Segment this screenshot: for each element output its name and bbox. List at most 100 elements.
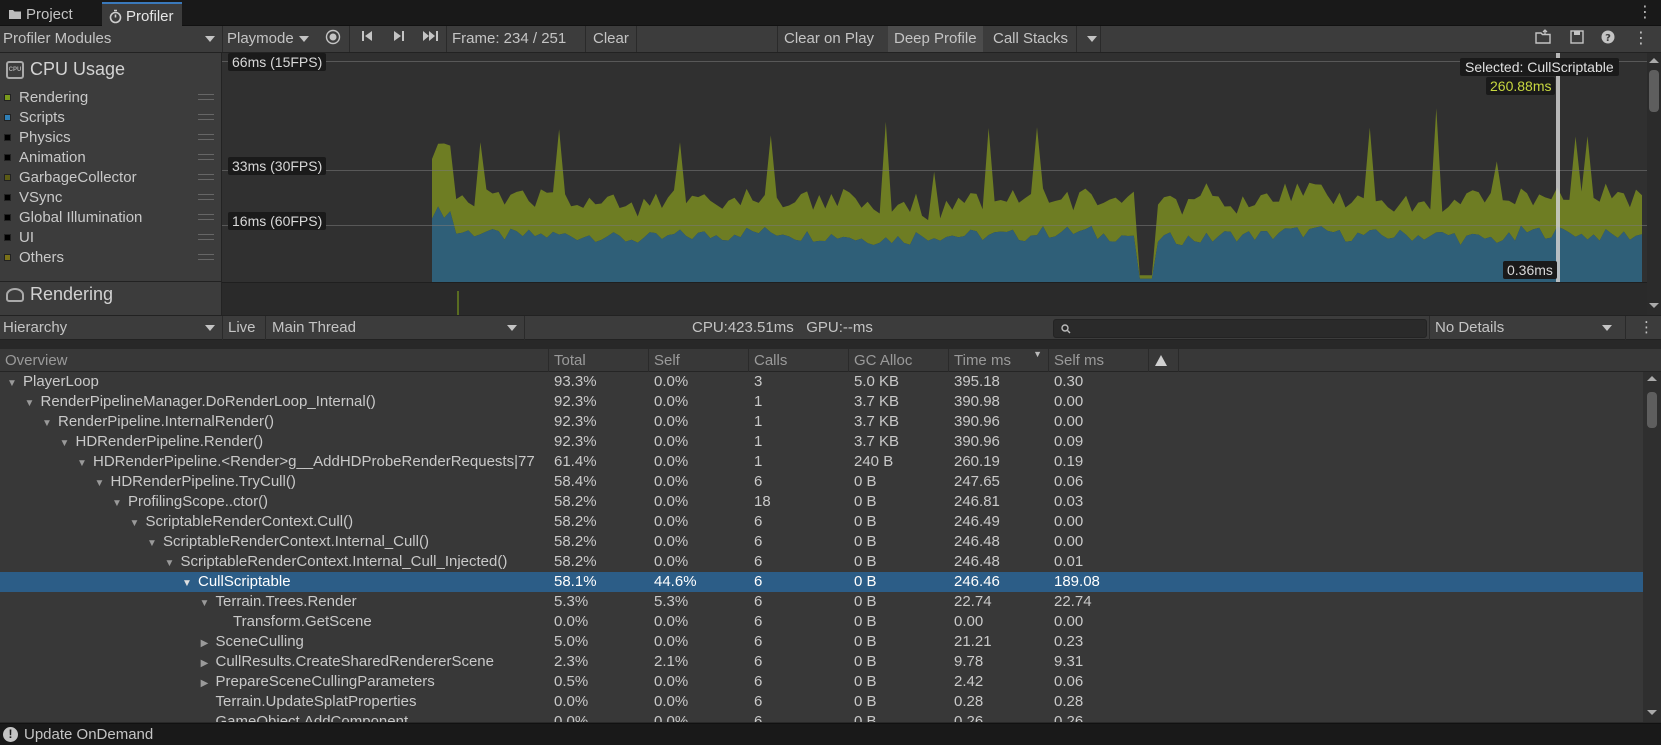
expand-arrow-icon[interactable]: ▼: [198, 594, 212, 612]
drag-handle-icon[interactable]: [198, 154, 214, 160]
legend-color-swatch[interactable]: [4, 193, 11, 201]
table-row[interactable]: ▼ ScriptableRenderContext.Cull() 58.2% 0.0%…: [0, 512, 1643, 532]
legend-item-rendering[interactable]: Rendering: [4, 87, 218, 107]
column-gc-alloc[interactable]: GC Alloc: [849, 349, 949, 372]
clear-on-play-button[interactable]: Clear on Play: [784, 26, 874, 52]
table-row[interactable]: ▼ ScriptableRenderContext.Internal_Cull_I…: [0, 552, 1643, 572]
details-dropdown[interactable]: No Details: [1435, 316, 1615, 340]
scroll-up-icon[interactable]: [1649, 58, 1659, 63]
table-row[interactable]: ▼ HDRenderPipeline.<Render>g__AddHDProbeR…: [0, 452, 1643, 472]
save-button[interactable]: [1566, 29, 1588, 49]
thread-dropdown[interactable]: Main Thread: [272, 316, 520, 340]
next-frame-button[interactable]: [388, 29, 410, 49]
table-row[interactable]: ▼ HDRenderPipeline.Render() 92.3% 0.0% 1 3.7 …: [0, 432, 1643, 452]
legend-item-garbagecollector[interactable]: GarbageCollector: [4, 167, 218, 187]
details-options-icon[interactable]: ⋮: [1639, 316, 1654, 340]
legend-color-swatch[interactable]: [4, 113, 11, 121]
help-button[interactable]: ?: [1597, 29, 1619, 49]
expand-arrow-icon[interactable]: ▼: [145, 534, 159, 552]
legend-item-scripts[interactable]: Scripts: [4, 107, 218, 127]
column-overview[interactable]: Overview: [0, 349, 549, 372]
table-scrollbar-thumb[interactable]: [1647, 392, 1657, 428]
drag-handle-icon[interactable]: [198, 114, 214, 120]
cpu-usage-chart[interactable]: 66ms (15FPS) 33ms (30FPS) 16ms (60FPS) S…: [222, 53, 1647, 315]
legend-item-animation[interactable]: Animation: [4, 147, 218, 167]
column-self-ms[interactable]: Self ms: [1049, 349, 1149, 372]
legend-color-swatch[interactable]: [4, 93, 11, 101]
scroll-up-icon[interactable]: [1647, 376, 1657, 381]
expand-arrow-icon[interactable]: ▼: [93, 474, 107, 492]
table-row[interactable]: ▼ CullScriptable 58.1% 44.6% 6 0 B 246.46 189.0…: [0, 572, 1643, 592]
chart-scrollbar[interactable]: [1647, 53, 1661, 315]
legend-color-swatch[interactable]: [4, 153, 11, 161]
collapse-arrow-icon[interactable]: ▶: [198, 674, 212, 692]
rendering-module-header[interactable]: Rendering: [6, 284, 113, 305]
table-row[interactable]: ▼ PlayerLoop 93.3% 0.0% 3 5.0 KB 395.18 0.30: [0, 372, 1643, 392]
tab-profiler[interactable]: Profiler: [102, 2, 182, 26]
profiler-modules-dropdown[interactable]: Profiler Modules: [3, 26, 218, 52]
table-row[interactable]: Transform.GetScene 0.0% 0.0% 6 0 B 0.00 0.00: [0, 612, 1643, 632]
drag-handle-icon[interactable]: [198, 94, 214, 100]
drag-handle-icon[interactable]: [198, 214, 214, 220]
live-toggle[interactable]: Live: [228, 316, 256, 340]
current-frame-button[interactable]: [420, 29, 442, 49]
legend-item-others[interactable]: Others: [4, 247, 218, 267]
table-row[interactable]: ▼ RenderPipelineManager.DoRenderLoop_Inte…: [0, 392, 1643, 412]
collapse-arrow-icon[interactable]: ▶: [198, 634, 212, 652]
previous-frame-button[interactable]: [356, 29, 378, 49]
rendering-chart[interactable]: [222, 282, 1647, 315]
table-row[interactable]: ▼ HDRenderPipeline.TryCull() 58.4% 0.0% 6 0 B…: [0, 472, 1643, 492]
column-total[interactable]: Total: [549, 349, 649, 372]
legend-item-global-illumination[interactable]: Global Illumination: [4, 207, 218, 227]
call-stacks-button[interactable]: Call Stacks: [993, 26, 1068, 52]
expand-arrow-icon[interactable]: ▼: [180, 574, 194, 592]
legend-item-ui[interactable]: UI: [4, 227, 218, 247]
column-calls[interactable]: Calls: [749, 349, 849, 372]
scroll-down-icon[interactable]: [1647, 710, 1657, 715]
column-self[interactable]: Self: [649, 349, 749, 372]
expand-arrow-icon[interactable]: ▼: [23, 394, 37, 412]
search-input[interactable]: [1053, 319, 1427, 338]
drag-handle-icon[interactable]: [198, 234, 214, 240]
legend-color-swatch[interactable]: [4, 173, 11, 181]
table-scrollbar[interactable]: [1643, 372, 1661, 722]
table-row[interactable]: ▶ CullResults.CreateSharedRendererScene 2.…: [0, 652, 1643, 672]
expand-arrow-icon[interactable]: ▼: [58, 434, 72, 452]
table-row[interactable]: ▶ SceneCulling 5.0% 0.0% 6 0 B 21.21 0.23: [0, 632, 1643, 652]
legend-color-swatch[interactable]: [4, 213, 11, 221]
drag-handle-icon[interactable]: [198, 174, 214, 180]
expand-arrow-icon[interactable]: ▼: [128, 514, 142, 532]
collapse-arrow-icon[interactable]: ▶: [198, 654, 212, 672]
expand-arrow-icon[interactable]: ▼: [163, 554, 177, 572]
view-type-dropdown[interactable]: Hierarchy: [3, 316, 218, 340]
table-row[interactable]: ▼ ScriptableRenderContext.Internal_Cull()…: [0, 532, 1643, 552]
drag-handle-icon[interactable]: [198, 194, 214, 200]
deep-profile-button[interactable]: Deep Profile: [888, 26, 983, 52]
record-button[interactable]: [322, 29, 344, 49]
table-row[interactable]: ▶ PrepareSceneCullingParameters 0.5% 0.0% 6 0…: [0, 672, 1643, 692]
expand-arrow-icon[interactable]: ▼: [5, 374, 19, 392]
legend-item-vsync[interactable]: VSync: [4, 187, 218, 207]
column-time-ms[interactable]: Time ms ▼: [949, 349, 1049, 372]
tab-project[interactable]: Project: [2, 2, 81, 26]
table-row[interactable]: GameObject.AddComponent 0.0% 0.0% 6 0 B 0.26 0…: [0, 712, 1643, 722]
column-warnings[interactable]: [1149, 349, 1179, 372]
chart-scrollbar-thumb[interactable]: [1649, 70, 1659, 112]
table-row[interactable]: ▼ Terrain.Trees.Render 5.3% 5.3% 6 0 B 22.74 22…: [0, 592, 1643, 612]
table-row[interactable]: ▼ ProfilingScope..ctor() 58.2% 0.0% 18 0 B 246…: [0, 492, 1643, 512]
legend-item-physics[interactable]: Physics: [4, 127, 218, 147]
expand-arrow-icon[interactable]: ▼: [40, 414, 54, 432]
call-stacks-dropdown[interactable]: [1082, 26, 1097, 52]
cpu-module-header[interactable]: CPU CPU Usage: [6, 59, 125, 80]
clear-button[interactable]: Clear: [593, 26, 629, 52]
legend-color-swatch[interactable]: [4, 253, 11, 261]
more-options-icon[interactable]: ⋮: [1630, 29, 1652, 49]
drag-handle-icon[interactable]: [198, 134, 214, 140]
drag-handle-icon[interactable]: [198, 254, 214, 260]
table-row[interactable]: ▼ RenderPipeline.InternalRender() 92.3% 0.0…: [0, 412, 1643, 432]
scroll-down-icon[interactable]: [1649, 303, 1659, 308]
window-menu-icon[interactable]: ⋮: [1637, 2, 1653, 22]
playmode-dropdown[interactable]: Playmode: [227, 26, 309, 52]
legend-color-swatch[interactable]: [4, 233, 11, 241]
table-row[interactable]: Terrain.UpdateSplatProperties 0.0% 0.0% 6 0 …: [0, 692, 1643, 712]
